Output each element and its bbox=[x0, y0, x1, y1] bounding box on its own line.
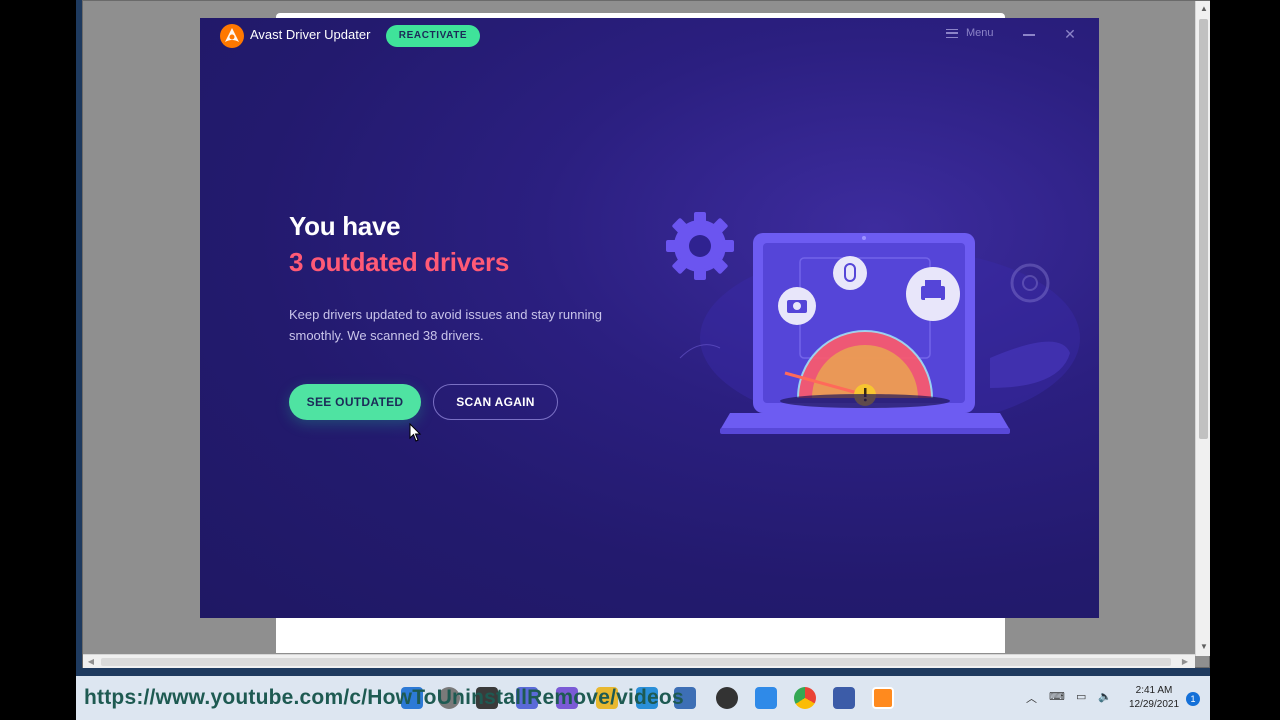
printer-icon bbox=[906, 267, 960, 321]
obs-icon[interactable] bbox=[716, 687, 738, 709]
notification-badge[interactable]: 1 bbox=[1186, 692, 1200, 706]
avast-taskbar-icon[interactable] bbox=[872, 687, 894, 709]
app2-icon[interactable] bbox=[833, 687, 855, 709]
app-icon[interactable] bbox=[755, 687, 777, 709]
reactivate-button[interactable]: REACTIVATE bbox=[386, 25, 480, 47]
hamburger-icon bbox=[946, 28, 958, 38]
vertical-scroll-thumb[interactable] bbox=[1199, 19, 1208, 439]
keyboard-icon[interactable]: ⌨ bbox=[1049, 690, 1065, 703]
gear-icon bbox=[666, 212, 734, 280]
taskbar: https://www.youtube.com/c/HowToUninstall… bbox=[76, 676, 1210, 720]
scroll-left-arrow-icon[interactable]: ◀ bbox=[83, 655, 99, 669]
laptop-illustration bbox=[666, 212, 1080, 450]
channel-url-overlay: https://www.youtube.com/c/HowToUninstall… bbox=[84, 686, 684, 709]
vertical-scrollbar[interactable]: ▲ ▼ bbox=[1195, 1, 1211, 656]
chrome-icon[interactable] bbox=[794, 687, 816, 709]
menu-label: Menu bbox=[966, 27, 994, 39]
scan-again-button[interactable]: SCAN AGAIN bbox=[433, 384, 558, 420]
scan-description: Keep drivers updated to avoid issues and… bbox=[289, 307, 602, 343]
avast-driver-updater-window: Avast Driver Updater REACTIVATE Menu ✕ Y… bbox=[200, 18, 1099, 618]
scroll-right-arrow-icon[interactable]: ▶ bbox=[1177, 655, 1193, 669]
menu-button[interactable]: Menu bbox=[946, 27, 994, 39]
mouse-cursor-icon bbox=[409, 423, 422, 442]
network-icon[interactable]: ▭ bbox=[1076, 690, 1086, 703]
chevron-up-icon[interactable]: ︿ bbox=[1026, 690, 1037, 706]
taskbar-clock[interactable]: 2:41 AM 12/29/2021 bbox=[1124, 684, 1184, 712]
clock-date: 12/29/2021 bbox=[1128, 699, 1180, 710]
volume-icon[interactable]: 🔈 bbox=[1098, 690, 1112, 703]
horizontal-scrollbar[interactable]: ◀ ▶ bbox=[83, 654, 1195, 668]
minimize-icon[interactable] bbox=[1023, 34, 1035, 36]
screen: ▲ ▼ ◀ ▶ Avast Driver Updater REACTIVATE … bbox=[0, 0, 1280, 720]
avast-logo-icon bbox=[220, 24, 244, 48]
headline-you-have: You have bbox=[289, 211, 401, 241]
headline-outdated-count: 3 outdated drivers bbox=[289, 247, 509, 277]
close-icon[interactable]: ✕ bbox=[1062, 25, 1078, 43]
see-outdated-button[interactable]: SEE OUTDATED bbox=[289, 384, 421, 420]
right-letterbox bbox=[1210, 0, 1280, 720]
camera-icon bbox=[778, 287, 816, 325]
app-title: Avast Driver Updater bbox=[250, 27, 371, 42]
mouse-icon bbox=[833, 256, 867, 290]
clock-time: 2:41 AM bbox=[1135, 685, 1173, 696]
title-bar: Avast Driver Updater REACTIVATE Menu ✕ bbox=[200, 18, 1099, 54]
horizontal-scroll-thumb[interactable] bbox=[101, 658, 1171, 666]
